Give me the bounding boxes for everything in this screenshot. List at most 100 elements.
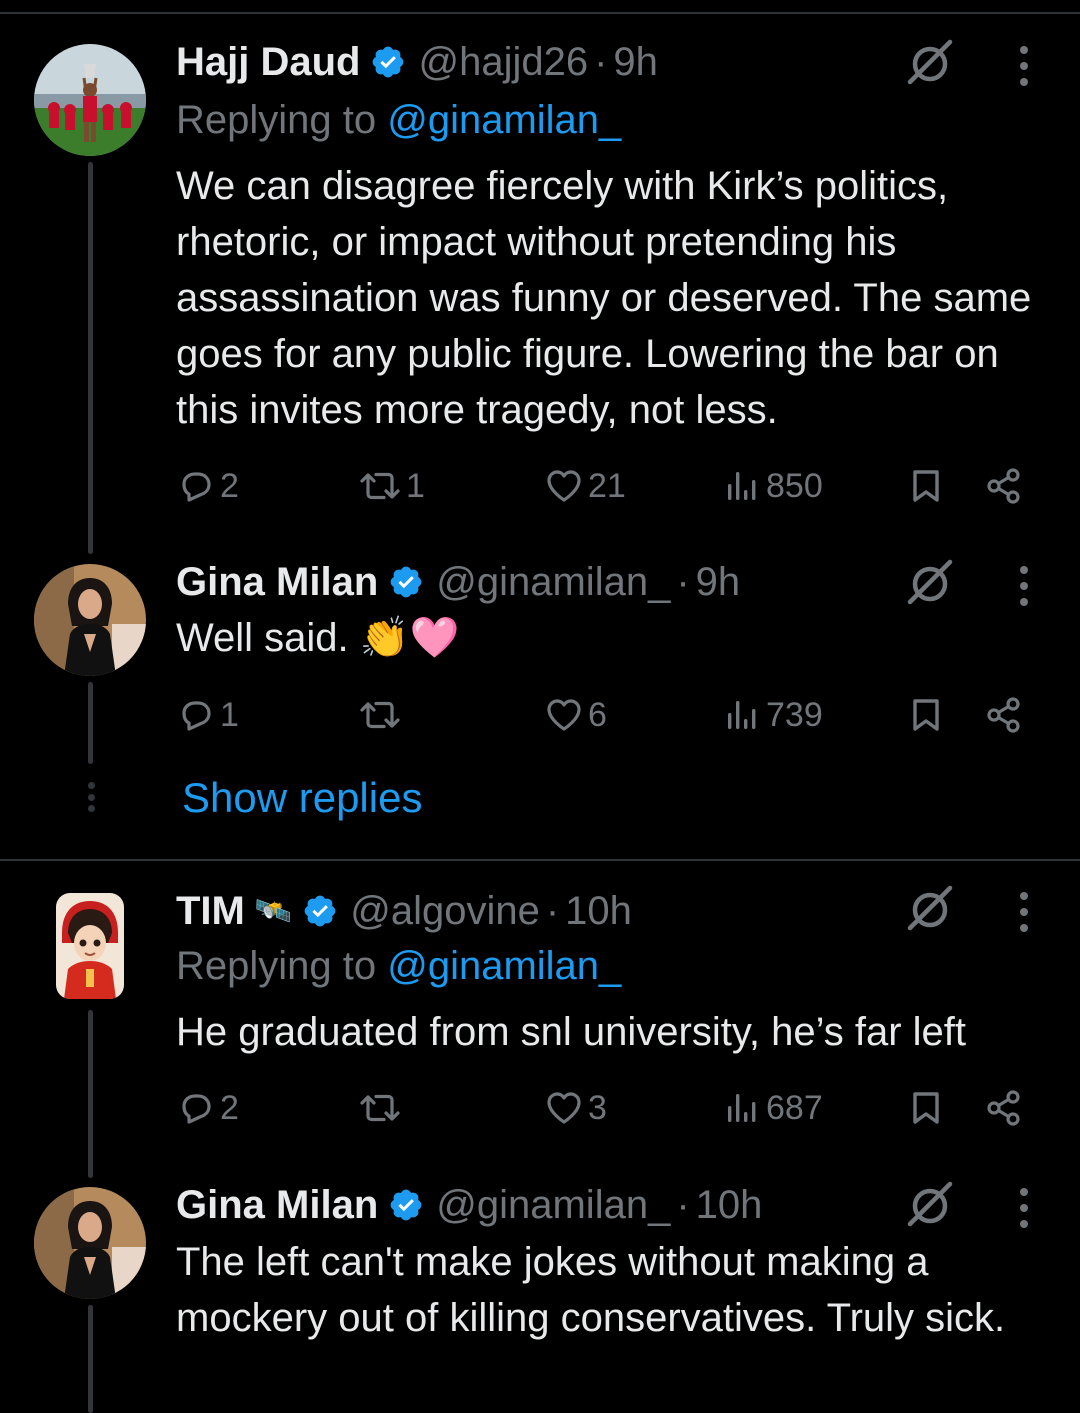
repost-icon — [358, 695, 402, 735]
post-text: We can disagree fiercely with Kirk’s pol… — [176, 164, 1032, 432]
repost-count: 1 — [406, 466, 425, 505]
post-time[interactable]: 9h — [696, 560, 741, 605]
like-button[interactable]: 3 — [544, 1086, 607, 1130]
more-icon[interactable] — [1016, 566, 1032, 606]
bookmark-icon — [906, 466, 946, 506]
replying-prefix: Replying to — [176, 98, 388, 142]
grok-icon[interactable] — [904, 1178, 956, 1230]
action-bar: 1 6 739 — [176, 693, 1036, 737]
thread-divider — [0, 859, 1080, 861]
reply-icon — [176, 466, 216, 506]
bookmark-button[interactable] — [906, 693, 946, 737]
view-count: 687 — [766, 1088, 823, 1127]
author-handle[interactable]: @ginamilan_ — [436, 1183, 670, 1228]
show-replies-link[interactable]: Show replies — [182, 774, 422, 822]
like-count: 3 — [588, 1088, 607, 1127]
grok-icon[interactable] — [904, 882, 956, 934]
post-time[interactable]: 10h — [696, 1183, 763, 1228]
avatar[interactable] — [34, 1187, 146, 1299]
author-handle[interactable]: @ginamilan_ — [436, 560, 670, 605]
like-count: 6 — [588, 695, 607, 734]
author-handle[interactable]: @hajjd26 — [418, 40, 588, 85]
share-button[interactable] — [984, 693, 1024, 737]
author-name[interactable]: TIM — [176, 889, 245, 934]
separator-dot: · — [676, 559, 690, 604]
more-icon[interactable] — [1016, 892, 1032, 932]
views-button[interactable]: 687 — [722, 1086, 823, 1130]
avatar[interactable] — [34, 44, 146, 156]
author-name[interactable]: Gina Milan — [176, 1183, 378, 1228]
view-count: 850 — [766, 466, 823, 505]
post-text: The left can't make jokes without making… — [176, 1240, 1006, 1340]
author-name[interactable]: Hajj Daud — [176, 40, 360, 85]
separator-dot: · — [594, 39, 608, 84]
share-icon — [984, 695, 1024, 735]
thread-continuation-dots — [86, 782, 96, 812]
action-bar: 2 1 21 850 — [176, 464, 1036, 508]
views-icon — [722, 695, 762, 735]
more-icon[interactable] — [1016, 46, 1032, 86]
more-icon[interactable] — [1016, 1188, 1032, 1228]
verified-badge-icon[interactable] — [302, 893, 338, 929]
replying-prefix: Replying to — [176, 944, 388, 988]
verified-badge-icon[interactable] — [388, 564, 424, 600]
author-name[interactable]: Gina Milan — [176, 560, 378, 605]
share-icon — [984, 466, 1024, 506]
replying-mention-link[interactable]: @ginamilan_ — [387, 98, 621, 142]
replying-to: Replying to @ginamilan_ — [176, 98, 621, 143]
thread-line — [88, 682, 93, 764]
views-icon — [722, 466, 762, 506]
repost-icon — [358, 1088, 402, 1128]
avatar[interactable] — [56, 893, 124, 999]
verified-badge-icon[interactable] — [388, 1187, 424, 1223]
separator-dot: · — [545, 888, 560, 933]
share-button[interactable] — [984, 464, 1024, 508]
grok-icon[interactable] — [904, 36, 956, 88]
post-time[interactable]: 10h — [565, 889, 632, 934]
like-icon — [544, 1088, 584, 1128]
grok-icon[interactable] — [904, 556, 956, 608]
share-icon — [984, 1088, 1024, 1128]
views-button[interactable]: 739 — [722, 693, 823, 737]
reply-count: 2 — [220, 1088, 239, 1127]
thread-line — [88, 1305, 93, 1413]
like-count: 21 — [588, 466, 626, 505]
repost-button[interactable]: 1 — [358, 464, 425, 508]
reply-button[interactable]: 2 — [176, 1086, 239, 1130]
repost-button[interactable] — [358, 1086, 406, 1130]
author-handle[interactable]: @algovine — [350, 889, 540, 934]
views-icon — [722, 1088, 762, 1128]
reply-button[interactable]: 2 — [176, 464, 239, 508]
bookmark-button[interactable] — [906, 1086, 946, 1130]
reply-count: 2 — [220, 466, 239, 505]
bookmark-icon — [906, 1088, 946, 1128]
replying-mention-link[interactable]: @ginamilan_ — [387, 944, 621, 988]
repost-icon — [358, 466, 402, 506]
bookmark-icon — [906, 695, 946, 735]
post-time[interactable]: 9h — [613, 40, 658, 85]
bookmark-button[interactable] — [906, 464, 946, 508]
verified-badge-icon[interactable] — [370, 44, 406, 80]
like-button[interactable]: 21 — [544, 464, 626, 508]
views-button[interactable]: 850 — [722, 464, 823, 508]
action-bar: 2 3 687 — [176, 1086, 1036, 1130]
view-count: 739 — [766, 695, 823, 734]
reply-count: 1 — [220, 695, 239, 734]
separator-dot: · — [676, 1182, 690, 1227]
reply-icon — [176, 695, 216, 735]
post-text: Well said. 👏🩷 — [176, 616, 460, 660]
reply-icon — [176, 1088, 216, 1128]
replying-to: Replying to @ginamilan_ — [176, 944, 621, 989]
like-button[interactable]: 6 — [544, 693, 607, 737]
like-icon — [544, 466, 584, 506]
satellite-emoji: 🛰️ — [254, 894, 293, 928]
reply-button[interactable]: 1 — [176, 693, 239, 737]
thread-line — [88, 1010, 93, 1178]
post-header: Gina Milan @ginamilan_ · 9h — [176, 554, 740, 610]
post-header: TIM 🛰️ @algovine · 10h — [176, 883, 632, 939]
post-text: He graduated from snl university, he’s f… — [176, 1010, 966, 1054]
post-header: Gina Milan @ginamilan_ · 10h — [176, 1177, 762, 1233]
repost-button[interactable] — [358, 693, 406, 737]
share-button[interactable] — [984, 1086, 1024, 1130]
avatar[interactable] — [34, 564, 146, 676]
